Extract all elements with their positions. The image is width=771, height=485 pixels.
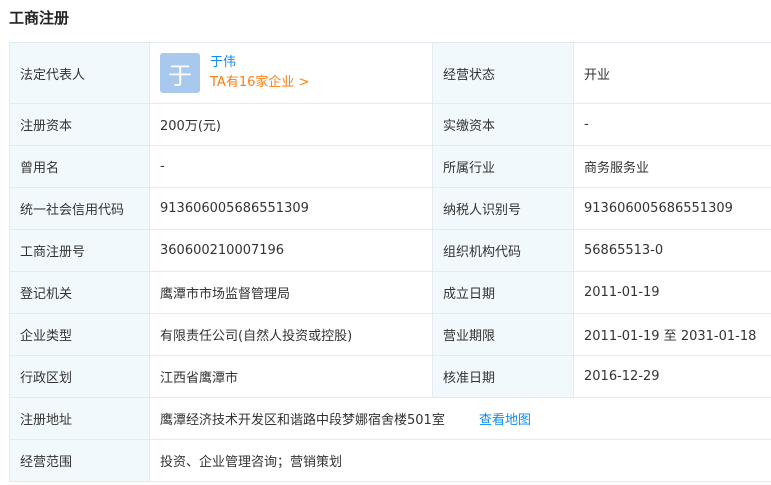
registered-capital-value: 200万(元)	[149, 103, 433, 146]
registered-capital-label: 注册资本	[9, 103, 150, 146]
registered-address-cell: 鹰潭经济技术开发区和谐路中段梦娜宿舍楼501室 查看地图	[149, 397, 771, 440]
business-status-value: 开业	[573, 42, 771, 104]
table-row: 工商注册号 360600210007196 组织机构代码 56865513-0	[9, 229, 771, 272]
table-row: 统一社会信用代码 913606005686551309 纳税人识别号 91360…	[9, 187, 771, 230]
business-status-label: 经营状态	[432, 42, 574, 104]
business-scope-label: 经营范围	[9, 439, 150, 482]
approval-date-label: 核准日期	[432, 355, 574, 398]
established-date-label: 成立日期	[432, 271, 574, 314]
table-row: 法定代表人 于 于伟 TA有16家企业 > 经营状态 开业	[9, 42, 771, 104]
registration-number-label: 工商注册号	[9, 229, 150, 272]
industry-value: 商务服务业	[573, 145, 771, 188]
taxpayer-id-label: 纳税人识别号	[432, 187, 574, 230]
business-scope-value: 投资、企业管理咨询；营销策划	[149, 439, 771, 482]
admin-division-value: 江西省鹰潭市	[149, 355, 433, 398]
registration-number-value: 360600210007196	[149, 229, 433, 272]
registered-address-label: 注册地址	[9, 397, 150, 440]
table-row: 注册资本 200万(元) 实缴资本 -	[9, 103, 771, 146]
company-type-label: 企业类型	[9, 313, 150, 356]
table-row: 企业类型 有限责任公司(自然人投资或控股) 营业期限 2011-01-19 至 …	[9, 313, 771, 356]
registration-authority-label: 登记机关	[9, 271, 150, 314]
former-name-value: -	[149, 145, 433, 188]
table-row: 曾用名 - 所属行业 商务服务业	[9, 145, 771, 188]
business-term-value: 2011-01-19 至 2031-01-18	[573, 313, 771, 356]
paid-in-capital-label: 实缴资本	[432, 103, 574, 146]
approval-date-value: 2016-12-29	[573, 355, 771, 398]
business-term-label: 营业期限	[432, 313, 574, 356]
industry-label: 所属行业	[432, 145, 574, 188]
view-map-link[interactable]: 查看地图	[479, 413, 531, 428]
table-row: 经营范围 投资、企业管理咨询；营销策划	[9, 439, 771, 482]
registered-address-value: 鹰潭经济技术开发区和谐路中段梦娜宿舍楼501室	[160, 413, 445, 428]
avatar[interactable]: 于	[160, 53, 200, 93]
legal-rep-cell: 于 于伟 TA有16家企业 >	[149, 42, 433, 104]
legal-rep-label: 法定代表人	[9, 42, 150, 104]
org-code-label: 组织机构代码	[432, 229, 574, 272]
section-title: 工商注册	[9, 9, 70, 27]
taxpayer-id-value: 913606005686551309	[573, 187, 771, 230]
business-registration-table: 法定代表人 于 于伟 TA有16家企业 > 经营状态 开业 注册资本 200万(…	[9, 42, 771, 482]
paid-in-capital-value: -	[573, 103, 771, 146]
admin-division-label: 行政区划	[9, 355, 150, 398]
table-row: 登记机关 鹰潭市市场监督管理局 成立日期 2011-01-19	[9, 271, 771, 314]
credit-code-label: 统一社会信用代码	[9, 187, 150, 230]
established-date-value: 2011-01-19	[573, 271, 771, 314]
registration-authority-value: 鹰潭市市场监督管理局	[149, 271, 433, 314]
org-code-value: 56865513-0	[573, 229, 771, 272]
rep-companies-link[interactable]: TA有16家企业 >	[210, 73, 309, 93]
legal-rep-name-link[interactable]: 于伟	[210, 53, 309, 73]
credit-code-value: 913606005686551309	[149, 187, 433, 230]
table-row: 行政区划 江西省鹰潭市 核准日期 2016-12-29	[9, 355, 771, 398]
former-name-label: 曾用名	[9, 145, 150, 188]
table-row: 注册地址 鹰潭经济技术开发区和谐路中段梦娜宿舍楼501室 查看地图	[9, 397, 771, 440]
company-type-value: 有限责任公司(自然人投资或控股)	[149, 313, 433, 356]
